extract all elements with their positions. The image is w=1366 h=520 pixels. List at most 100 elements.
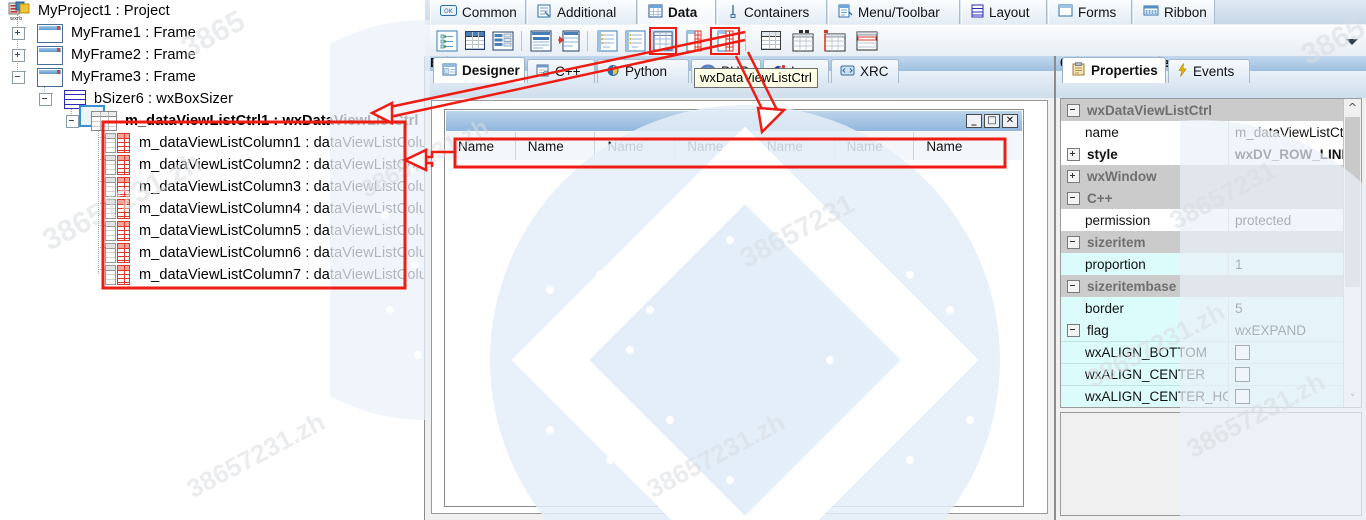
checkbox-wxalign-bottom[interactable]	[1235, 345, 1250, 360]
dataview-header-row[interactable]: Name Name Name Name Name Name Name	[446, 132, 1022, 161]
property-category-row[interactable]: wxWindow	[1061, 165, 1361, 187]
property-row-permission[interactable]: permission protected	[1061, 209, 1361, 231]
vertical-splitter-left[interactable]	[424, 56, 425, 520]
maximize-button[interactable]: □	[984, 114, 1000, 128]
palette-tab-common[interactable]: OK Common	[430, 0, 526, 24]
tree-item-dataviewlistcolumn1[interactable]: m_dataViewListColumn1 : dataViewListColu…	[93, 132, 424, 154]
dataview-column-header[interactable]: Name	[516, 132, 596, 160]
vertical-splitter-right[interactable]	[1054, 56, 1056, 520]
palette-tab-menu-toolbar[interactable]: Menu/Toolbar	[828, 0, 960, 24]
property-value[interactable]: protected	[1229, 209, 1344, 231]
property-category-row[interactable]: sizeritem	[1061, 231, 1361, 253]
chevron-up-icon[interactable]: ^	[1344, 99, 1361, 116]
expander-minus-icon[interactable]	[1067, 103, 1080, 117]
expander-minus-icon[interactable]	[39, 92, 52, 106]
chevron-down-icon[interactable]	[1346, 39, 1358, 45]
project-tree-panel[interactable]: wxrb MyProject1 : Project MyFrame1 : Fra…	[0, 0, 424, 520]
palette-tab-containers[interactable]: Containers	[717, 0, 827, 24]
property-grid-scrollbar[interactable]: ^ ˅	[1343, 99, 1361, 407]
expander-minus-icon[interactable]	[1067, 279, 1080, 293]
property-value[interactable]: 1	[1229, 253, 1344, 275]
tool-wxdataviewctrl[interactable]	[595, 29, 619, 53]
property-row-border[interactable]: border 5	[1061, 297, 1361, 319]
dataview-body[interactable]	[446, 160, 1022, 505]
dataview-column-header[interactable]: Name	[755, 132, 835, 160]
editor-tab-cpp[interactable]: C++	[527, 59, 595, 83]
property-value[interactable]: wxDV_ROW_LINES	[1229, 143, 1344, 165]
palette-tab-forms[interactable]: Forms	[1048, 0, 1132, 24]
property-row-wxalign-bottom[interactable]: wxALIGN_BOTTOM	[1061, 341, 1361, 364]
expander-plus-icon[interactable]	[1067, 169, 1080, 183]
palette-tab-data[interactable]: Data	[638, 0, 716, 25]
minimize-button[interactable]: _	[966, 114, 982, 128]
tree-item-myframe3[interactable]: MyFrame3 : Frame	[12, 66, 196, 88]
editor-tab-python[interactable]: Python	[597, 59, 689, 83]
palette-tab-ribbon[interactable]: Ribbon	[1133, 0, 1215, 24]
property-row-wxalign-center-horizontal[interactable]: wxALIGN_CENTER_HORIZONTAL	[1061, 385, 1361, 407]
property-row-name[interactable]: name m_dataViewListCtrl1	[1061, 121, 1361, 143]
property-value[interactable]: m_dataViewListCtrl1	[1229, 121, 1344, 143]
palette-tab-layout[interactable]: Layout	[961, 0, 1047, 24]
dataview-column-header[interactable]: Name	[595, 132, 676, 160]
expander-minus-icon[interactable]	[1067, 191, 1080, 205]
designer-canvas[interactable]: _ □ ✕ Name Name Name Name Name Name Name	[431, 100, 1048, 514]
tree-item-dataviewlistctrl1[interactable]: m_dataViewListCtrl1 : wxDataViewListCtrl	[66, 110, 419, 132]
tree-item-dataviewlistcolumn4[interactable]: m_dataViewListColumn4 : dataViewListColu…	[93, 198, 424, 220]
tool-wxdataviewtreectrl[interactable]	[623, 29, 647, 53]
editor-tab-designer[interactable]: Designer	[433, 57, 525, 83]
tool-wxgrid[interactable]	[759, 29, 783, 53]
dataview-column-header[interactable]: Name	[914, 132, 1022, 160]
tool-wxgridcolumn[interactable]	[791, 29, 815, 53]
component-palette[interactable]: OK Common Additional Data Containers Men…	[425, 0, 1366, 56]
tree-item-myframe1[interactable]: MyFrame1 : Frame	[12, 22, 196, 44]
tree-item-bsizer6[interactable]: bSizer6 : wxBoxSizer	[39, 88, 233, 110]
expander-minus-icon[interactable]	[66, 114, 79, 128]
property-row-wxalign-center[interactable]: wxALIGN_CENTER	[1061, 363, 1361, 386]
expander-minus-icon[interactable]	[12, 70, 25, 84]
property-value[interactable]: 5	[1229, 297, 1344, 319]
tool-wxdataviewcolumn[interactable]	[681, 29, 705, 53]
property-category-row[interactable]: sizeritembase	[1061, 275, 1361, 297]
property-row-proportion[interactable]: proportion 1	[1061, 253, 1361, 275]
palette-toolbar[interactable]	[425, 25, 1366, 56]
tool-wxgridrow[interactable]	[823, 29, 847, 53]
palette-tab-additional[interactable]: Additional	[527, 0, 637, 24]
close-button[interactable]: ✕	[1002, 114, 1018, 128]
property-category-row[interactable]: wxDataViewListCtrl	[1061, 99, 1361, 121]
dataview-column-header[interactable]: Name	[835, 132, 915, 160]
property-grid[interactable]: wxDataViewListCtrl name m_dataViewListCt…	[1060, 98, 1362, 408]
expander-minus-icon[interactable]	[1067, 235, 1080, 249]
object-properties-panel[interactable]: Object Properties Properties Events wxDa…	[1056, 56, 1366, 520]
expander-plus-icon[interactable]	[12, 48, 25, 62]
property-category-row[interactable]: C++	[1061, 187, 1361, 209]
tool-wxtreelistctrl[interactable]	[529, 29, 553, 53]
checkbox-wxalign-center-horizontal[interactable]	[1235, 389, 1250, 404]
tree-item-myframe2[interactable]: MyFrame2 : Frame	[12, 44, 196, 66]
editor-tab-xrc[interactable]: XRC	[831, 59, 899, 83]
tree-item-dataviewlistcolumn7[interactable]: m_dataViewListColumn7 : dataViewListColu…	[93, 264, 424, 286]
expander-plus-icon[interactable]	[12, 26, 25, 40]
tree-item-dataviewlistcolumn6[interactable]: m_dataViewListColumn6 : dataViewListColu…	[93, 242, 424, 264]
tab-events[interactable]: Events	[1168, 59, 1250, 83]
design-frame-window[interactable]: _ □ ✕ Name Name Name Name Name Name Name	[444, 109, 1024, 507]
expander-plus-icon[interactable]	[1067, 147, 1080, 161]
chevron-down-icon[interactable]: ˅	[1344, 390, 1361, 407]
tree-item-dataviewlistcolumn5[interactable]: m_dataViewListColumn5 : dataViewListColu…	[93, 220, 424, 242]
property-row-wxalign-center-vertical[interactable]: wxALIGN_CENTER_VERTICAL	[1061, 407, 1361, 408]
checkbox-wxalign-center[interactable]	[1235, 367, 1250, 382]
tool-wxlistctrl[interactable]	[463, 29, 487, 53]
property-row-flag[interactable]: flag wxEXPAND	[1061, 319, 1361, 341]
tool-wxpropertygrid[interactable]	[491, 29, 515, 53]
tree-item-dataviewlistcolumn3[interactable]: m_dataViewListColumn3 : dataViewListColu…	[93, 176, 424, 198]
scrollbar-thumb[interactable]	[1345, 117, 1360, 287]
dataview-column-header[interactable]: Name	[446, 132, 516, 160]
tab-properties[interactable]: Properties	[1062, 57, 1166, 83]
tool-wxtreelistctrlcolumn[interactable]	[557, 29, 581, 53]
editor-panel[interactable]: Editor Designer C++ Python php PHP	[425, 56, 1054, 520]
tool-wxgridcell[interactable]	[855, 29, 879, 53]
dataview-column-header[interactable]: Name	[675, 132, 755, 160]
expander-minus-icon[interactable]	[1067, 323, 1080, 337]
tool-wxtreectrl[interactable]	[435, 29, 459, 53]
tree-item-dataviewlistcolumn2[interactable]: m_dataViewListColumn2 : dataViewListColu…	[93, 154, 424, 176]
tree-item-project[interactable]: wxrb MyProject1 : Project	[8, 0, 170, 22]
